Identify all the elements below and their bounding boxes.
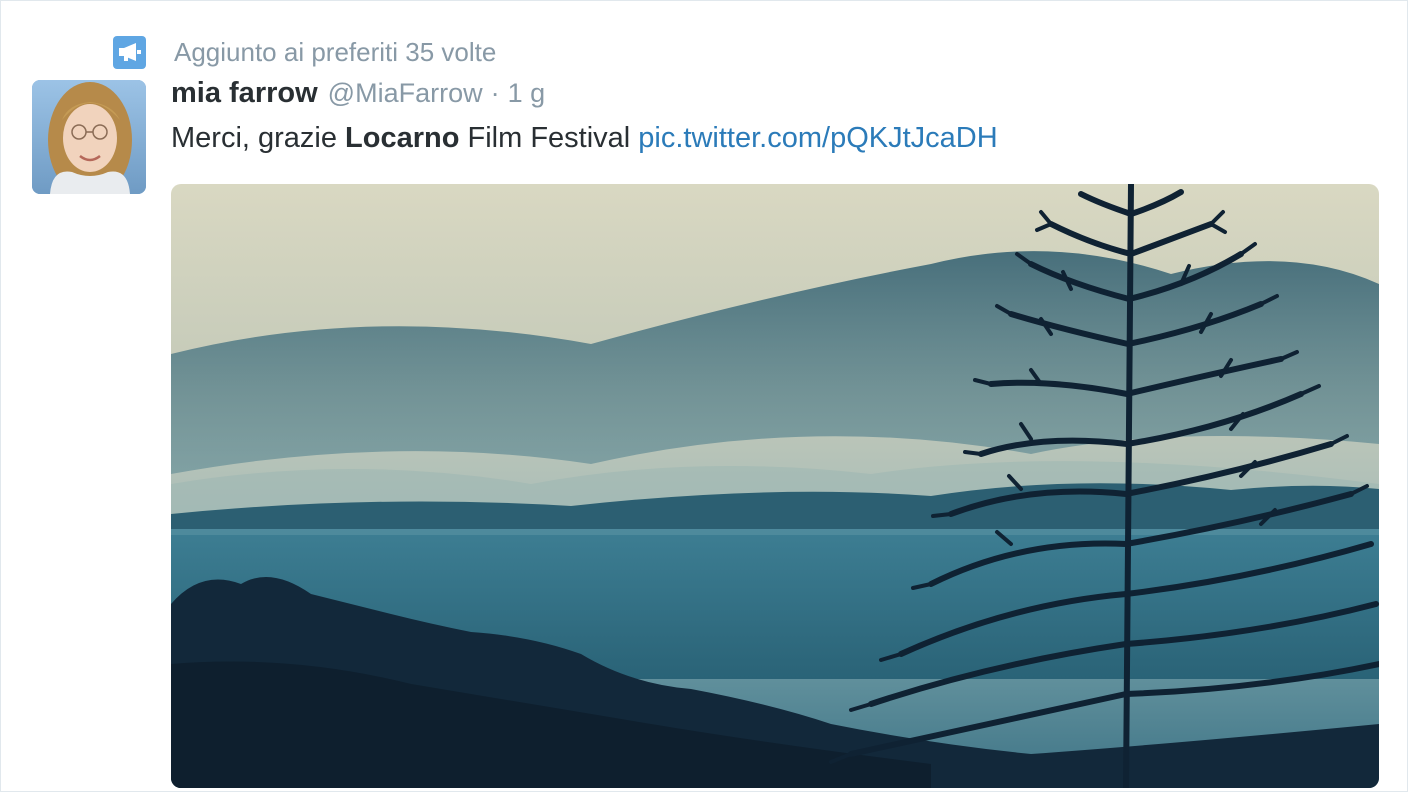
tweet-header: mia farrow @MiaFarrow · 1 g [171,77,545,115]
tweet-text-after: Film Festival [459,122,639,154]
author-name[interactable]: mia farrow [171,77,318,110]
tweet-card: Aggiunto ai preferiti 35 volte mia farro… [0,0,1408,792]
author-handle[interactable]: @MiaFarrow [328,78,483,109]
tweet-text: Merci, grazie Locarno Film Festival pic.… [171,118,998,158]
megaphone-icon [113,35,146,69]
tweet-timestamp[interactable]: 1 g [508,78,546,109]
tweet-text-highlight: Locarno [345,122,460,154]
header-separator: · [490,78,500,108]
context-label: Aggiunto ai preferiti 35 volte [174,37,497,67]
tweet-photo[interactable] [171,184,1379,788]
media-link[interactable]: pic.twitter.com/pQKJtJcaDH [638,122,997,154]
tweet-text-before: Merci, grazie [171,122,346,154]
avatar[interactable] [32,80,146,194]
tweet-context: Aggiunto ai preferiti 35 volte [113,35,496,69]
